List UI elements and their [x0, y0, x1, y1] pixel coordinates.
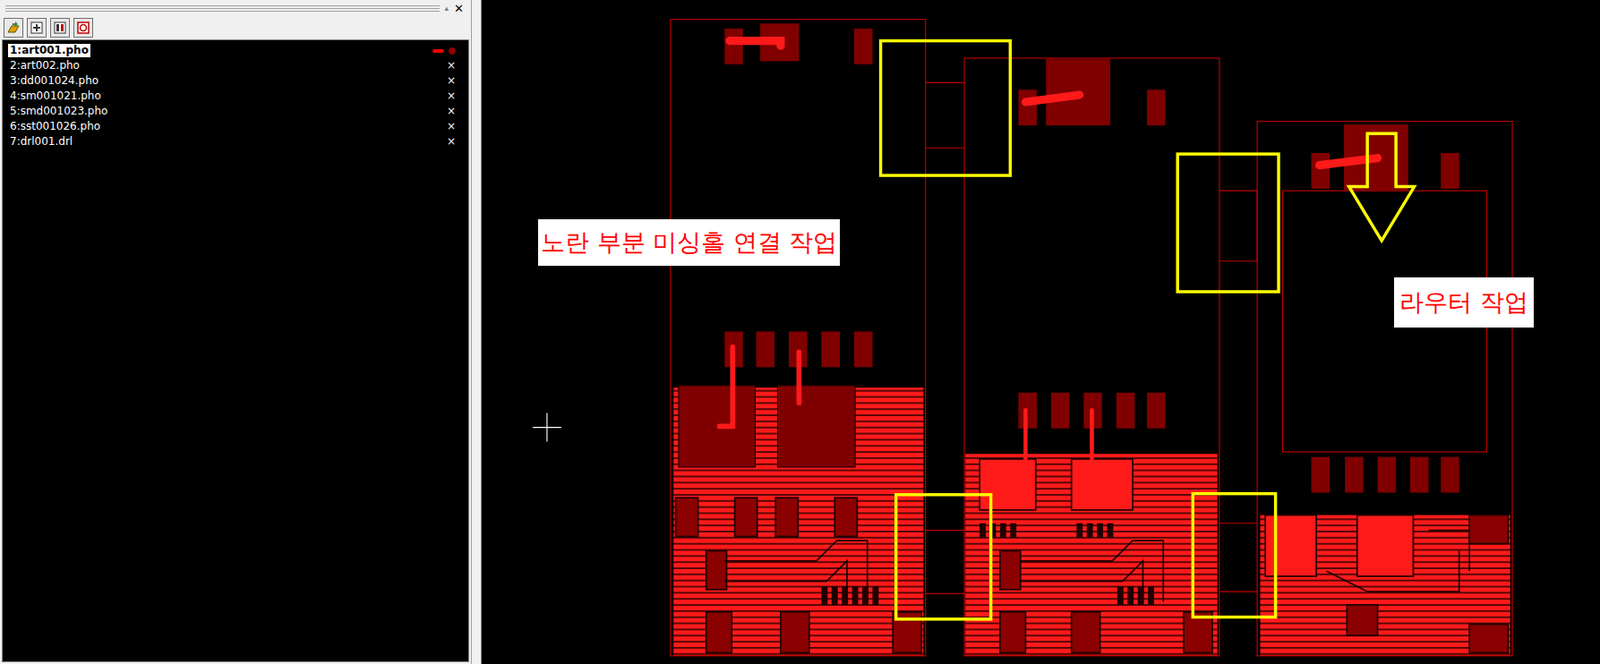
layer-panel: ▴ ✕ 1:art001.pho2:art002.pho×3:dd001024.…: [0, 0, 472, 664]
layer-label: 1:art001.pho: [8, 43, 91, 58]
print-button[interactable]: [73, 17, 94, 38]
layer-row[interactable]: 3:dd001024.pho ×: [2, 73, 469, 89]
layer-label: 7:drl001.drl: [8, 135, 75, 149]
panel-grip[interactable]: [5, 5, 440, 12]
panel-titlebar: ▴ ✕: [0, 0, 471, 17]
layer-row[interactable]: 4:sm001021.pho ×: [2, 88, 469, 104]
pcb-canvas[interactable]: 노란 부분 미싱홀 연결 작업 라우터 작업: [481, 0, 1600, 664]
scroll-button[interactable]: ▴: [444, 4, 450, 13]
add-layer-icon: [29, 20, 44, 35]
hidden-mark: ×: [446, 104, 456, 119]
layer-label: 5:smd001023.pho: [8, 104, 110, 119]
visibility-toggle[interactable]: ×: [446, 89, 456, 103]
layer-label: 6:sst001026.pho: [8, 119, 103, 134]
layer-label: 3:dd001024.pho: [8, 74, 101, 88]
visible-dot: [448, 47, 456, 55]
close-button[interactable]: ✕: [453, 2, 466, 15]
hidden-mark: ×: [446, 74, 456, 88]
annotation-label: 노란 부분 미싱홀 연결 작업: [538, 219, 840, 266]
layer-row[interactable]: 5:smd001023.pho ×: [2, 103, 469, 120]
hidden-mark: ×: [446, 59, 456, 73]
visibility-toggle[interactable]: ×: [446, 59, 456, 73]
hidden-mark: ×: [446, 135, 456, 149]
toolbar: [0, 16, 471, 40]
layer-row[interactable]: 1:art001.pho: [2, 42, 469, 59]
layer-row[interactable]: 6:sst001026.pho ×: [2, 119, 469, 135]
layer-label: 2:art002.pho: [8, 59, 82, 73]
visibility-toggle[interactable]: [432, 47, 456, 55]
open-icon: [6, 20, 21, 35]
layer-row[interactable]: 2:art002.pho ×: [2, 58, 469, 74]
open-button[interactable]: [3, 17, 24, 38]
add-layer-button[interactable]: [26, 17, 47, 38]
layers-button[interactable]: [50, 17, 70, 38]
visibility-toggle[interactable]: ×: [446, 74, 456, 88]
visibility-toggle[interactable]: ×: [446, 135, 456, 149]
layer-row[interactable]: 7:drl001.drl ×: [2, 134, 469, 150]
annotation-label: 라우터 작업: [1394, 277, 1534, 328]
visibility-toggle[interactable]: ×: [446, 119, 456, 134]
hidden-mark: ×: [446, 119, 456, 134]
layer-list: 1:art001.pho2:art002.pho × 3:dd001024.pho ×…: [1, 39, 470, 663]
visibility-toggle[interactable]: ×: [446, 104, 456, 119]
layer-label: 4:sm001021.pho: [8, 89, 103, 103]
hidden-mark: ×: [446, 89, 456, 103]
pcb-drawing: [481, 0, 1600, 664]
print-icon: [76, 20, 91, 35]
splitter[interactable]: [471, 0, 482, 664]
color-swatch: [432, 49, 445, 53]
layers-icon: [52, 20, 68, 35]
